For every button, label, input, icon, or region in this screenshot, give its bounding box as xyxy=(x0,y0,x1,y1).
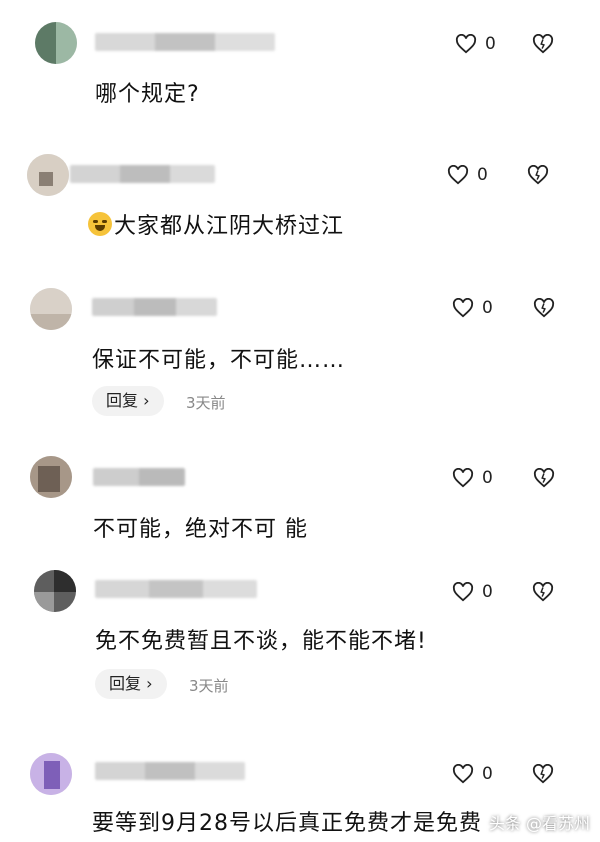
comment-text: 保证不可能，不可能…… xyxy=(92,348,346,373)
reply-label: 回复 xyxy=(106,391,139,410)
username[interactable] xyxy=(95,33,275,51)
like-count: 0 xyxy=(485,34,496,54)
chevron-right-icon: › xyxy=(146,674,153,693)
comment-text: 免不免费暂且不谈，能不能不堵! xyxy=(95,629,427,654)
like-button[interactable]: 0 xyxy=(447,165,488,185)
username[interactable] xyxy=(95,762,245,780)
heart-icon xyxy=(452,764,474,784)
like-button[interactable]: 0 xyxy=(452,582,493,602)
comment-item: 0 免不免费暂且不谈，能不能不堵! 回复 › 3天前 xyxy=(0,565,600,725)
broken-heart-icon xyxy=(527,165,549,185)
broken-heart-icon xyxy=(532,34,554,54)
dislike-button[interactable] xyxy=(527,165,549,185)
comment-item: 0 哪个规定? xyxy=(0,0,600,120)
username[interactable] xyxy=(93,468,185,486)
like-button[interactable]: 0 xyxy=(452,764,493,784)
broken-heart-icon xyxy=(533,468,555,488)
broken-heart-icon xyxy=(533,298,555,318)
laugh-cry-emoji-icon xyxy=(88,212,112,236)
heart-icon xyxy=(455,34,477,54)
heart-icon xyxy=(452,298,474,318)
heart-icon xyxy=(452,582,474,602)
timestamp: 3天前 xyxy=(186,394,226,412)
avatar[interactable] xyxy=(27,154,69,196)
dislike-button[interactable] xyxy=(532,34,554,54)
avatar[interactable] xyxy=(30,456,72,498)
like-count: 0 xyxy=(482,298,493,318)
chevron-right-icon: › xyxy=(143,391,150,410)
like-button[interactable]: 0 xyxy=(452,468,493,488)
comment-text: 要等到9月28号以后真正免费才是免费 xyxy=(92,811,482,836)
comment-text: 不可能，绝对不可 能 xyxy=(93,517,308,542)
avatar[interactable] xyxy=(30,288,72,330)
dislike-button[interactable] xyxy=(533,468,555,488)
like-count: 0 xyxy=(482,582,493,602)
like-button[interactable]: 0 xyxy=(452,298,493,318)
avatar[interactable] xyxy=(34,570,76,612)
reply-button[interactable]: 回复 › xyxy=(95,669,167,699)
like-count: 0 xyxy=(482,468,493,488)
comment-item: 0 大家都从江阴大桥过江 xyxy=(0,140,600,250)
dislike-button[interactable] xyxy=(532,764,554,784)
username[interactable] xyxy=(95,580,257,598)
avatar[interactable] xyxy=(30,753,72,795)
avatar[interactable] xyxy=(35,22,77,64)
like-count: 0 xyxy=(477,165,488,185)
username[interactable] xyxy=(70,165,215,183)
like-count: 0 xyxy=(482,764,493,784)
heart-icon xyxy=(447,165,469,185)
username[interactable] xyxy=(92,298,217,316)
reply-button[interactable]: 回复 › xyxy=(92,386,164,416)
dislike-button[interactable] xyxy=(533,298,555,318)
heart-icon xyxy=(452,468,474,488)
timestamp: 3天前 xyxy=(189,677,229,695)
comment-item: 0 保证不可能，不可能…… 回复 › 3天前 xyxy=(0,280,600,430)
reply-label: 回复 xyxy=(109,674,142,693)
broken-heart-icon xyxy=(532,764,554,784)
comment-text: 哪个规定? xyxy=(95,82,200,107)
comment-text: 大家都从江阴大桥过江 xyxy=(88,208,344,240)
comment-item: 0 不可能，绝对不可 能 xyxy=(0,450,600,560)
watermark: 头条 @看苏州 xyxy=(488,814,590,833)
broken-heart-icon xyxy=(532,582,554,602)
like-button[interactable]: 0 xyxy=(455,34,496,54)
dislike-button[interactable] xyxy=(532,582,554,602)
